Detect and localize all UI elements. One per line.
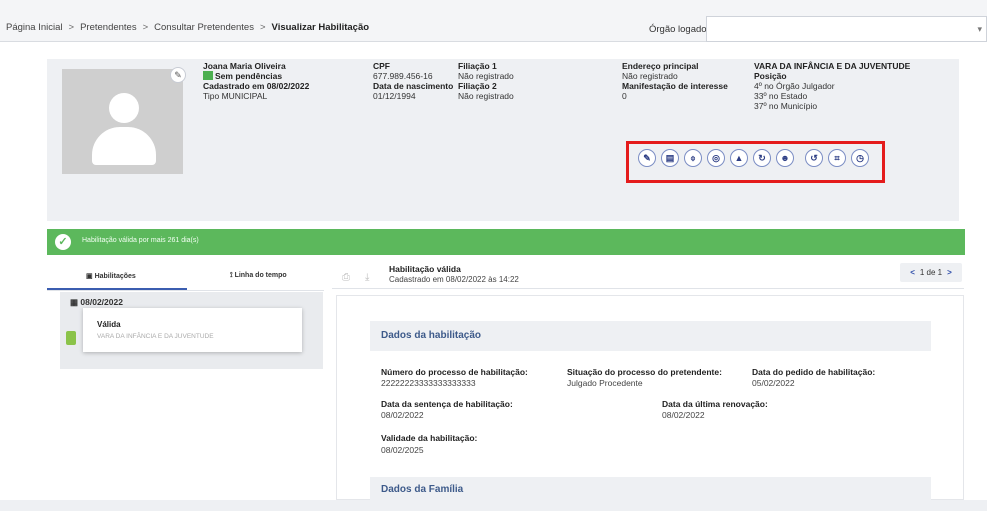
- endereco-value: Não registrado: [622, 71, 678, 81]
- avatar-body: [92, 127, 156, 165]
- pencil-icon[interactable]: ✎: [638, 149, 656, 167]
- cpf-value: 677.989.456-16: [373, 71, 433, 81]
- processo-value: 22222223333333333333: [381, 378, 476, 388]
- breadcrumb-separator: >: [68, 22, 75, 33]
- validity-text: Habilitação válida por mais 261 dia(s): [82, 237, 199, 244]
- breadcrumb-home[interactable]: Página Inicial: [6, 22, 63, 33]
- profile-endereco-info: Endereço principal Não registrado Manife…: [622, 61, 728, 101]
- vara-name: VARA DA INFÂNCIA E DA JUVENTUDE: [754, 61, 911, 71]
- profile-card: ✎ Joana Maria Oliveira Sem pendências Ca…: [47, 59, 959, 221]
- calendar-icon: ▦: [70, 297, 81, 307]
- habilitacao-subtitle: Cadastrado em 08/02/2022 às 14:22: [389, 275, 519, 284]
- situacao-value: Julgado Procedente: [567, 378, 643, 388]
- document-icon[interactable]: ▤: [661, 149, 679, 167]
- section-dados-familia: Dados da Família: [370, 477, 931, 501]
- pager-text: 1 de 1: [919, 268, 943, 277]
- filiacao2-value: Não registrado: [458, 91, 514, 101]
- top-bar: Página Inicial > Pretendentes > Consulta…: [0, 0, 987, 42]
- tab-divider: [47, 290, 324, 291]
- filiacao2-label: Filiação 2: [458, 81, 497, 91]
- breadcrumb-current: Visualizar Habilitação: [271, 22, 370, 33]
- chevron-down-icon: ▾: [977, 24, 982, 34]
- cpf-label: CPF: [373, 61, 390, 71]
- filiacao1-value: Não registrado: [458, 71, 514, 81]
- print-icon[interactable]: ⎙: [342, 272, 350, 283]
- pedido-value: 05/02/2022: [752, 378, 795, 388]
- timeline: ▦ 08/02/2022 Válida VARA DA INFÂNCIA E D…: [60, 292, 323, 369]
- left-panel: ▣ Habilitações ⟟ Linha do tempo ▦ 08/02/…: [47, 260, 324, 500]
- undo-icon[interactable]: ↺: [805, 149, 823, 167]
- status-indicator: [203, 71, 213, 80]
- habilitacao-title: Habilitação válida: [389, 264, 461, 274]
- attachment-icon[interactable]: ⌽: [684, 149, 702, 167]
- section-dados-habilitacao: Dados da habilitação: [370, 321, 931, 351]
- active-tab-indicator: [47, 288, 187, 290]
- chevron-right-icon[interactable]: >: [947, 268, 952, 277]
- validade-label: Validade da habilitação:: [381, 433, 478, 443]
- refresh-icon[interactable]: ↻: [753, 149, 771, 167]
- history-icon[interactable]: ◷: [851, 149, 869, 167]
- sentenca-label: Data da sentença de habilitação:: [381, 399, 513, 409]
- timeline-card-title: Válida: [97, 320, 121, 329]
- posicao-estado: 33º no Estado: [754, 91, 808, 101]
- breadcrumb: Página Inicial > Pretendentes > Consulta…: [6, 22, 369, 33]
- validade-value: 08/02/2025: [381, 445, 424, 455]
- manifestacao-label: Manifestação de interesse: [622, 81, 728, 91]
- validity-banner: ✓ Habilitação válida por mais 261 dia(s): [47, 229, 965, 255]
- nascimento-value: 01/12/1994: [373, 91, 416, 101]
- profile-filiacao-info: Filiação 1 Não registrado Filiação 2 Não…: [458, 61, 514, 101]
- posicao-label: Posição: [754, 71, 787, 81]
- timeline-card[interactable]: Válida VARA DA INFÂNCIA E DA JUVENTUDE: [83, 308, 302, 352]
- download-icon[interactable]: ⤓: [365, 272, 369, 283]
- breadcrumb-consultar[interactable]: Consultar Pretendentes: [154, 22, 254, 33]
- breadcrumb-separator: >: [259, 22, 266, 33]
- warning-icon[interactable]: ▲: [730, 149, 748, 167]
- renovacao-value: 08/02/2022: [662, 410, 705, 420]
- chat-icon[interactable]: ◎: [707, 149, 725, 167]
- timeline-date: ▦ 08/02/2022: [70, 297, 123, 307]
- renovacao-label: Data da última renovação:: [662, 399, 768, 409]
- manifestacao-value: 0: [622, 91, 627, 101]
- endereco-label: Endereço principal: [622, 61, 699, 71]
- chevron-left-icon[interactable]: <: [910, 268, 915, 277]
- pager: <1 de 1 >: [900, 263, 962, 282]
- profile-posicao-info: VARA DA INFÂNCIA E DA JUVENTUDE Posição …: [754, 61, 910, 111]
- timeline-marker: [66, 331, 76, 345]
- orgao-select[interactable]: ▾: [706, 16, 987, 42]
- filiacao1-label: Filiação 1: [458, 61, 497, 71]
- profile-cpf-info: CPF 677.989.456-16 Data de nascimento 01…: [373, 61, 453, 101]
- timeline-card-subtitle: VARA DA INFÂNCIA E DA JUVENTUDE: [97, 333, 214, 340]
- breadcrumb-separator: >: [142, 22, 149, 33]
- header-divider: [332, 288, 964, 289]
- clipboard-icon: ▣: [86, 273, 95, 280]
- profile-name: Joana Maria Oliveira: [203, 61, 286, 71]
- processo-label: Número do processo de habilitação:: [381, 367, 528, 377]
- tab-habilitacoes[interactable]: ▣ Habilitações: [86, 272, 136, 280]
- avatar: [62, 69, 183, 174]
- edit-photo-icon[interactable]: ✎: [170, 67, 186, 83]
- tab-linha-do-tempo[interactable]: ⟟ Linha do tempo: [230, 272, 287, 280]
- orgao-label: Órgão logado: [649, 24, 707, 35]
- avatar-head: [109, 93, 139, 123]
- profile-tipo: Tipo MUNICIPAL: [203, 91, 268, 101]
- bottom-strip: [0, 500, 987, 511]
- user-icon[interactable]: ☻: [776, 149, 794, 167]
- posicao-orgao: 4º no Órgão Julgador: [754, 81, 835, 91]
- nascimento-label: Data de nascimento: [373, 81, 454, 91]
- crop-icon[interactable]: ⌗: [828, 149, 846, 167]
- pedido-label: Data do pedido de habilitação:: [752, 367, 876, 377]
- situacao-label: Situação do processo do pretendente:: [567, 367, 722, 377]
- profile-main-info: Joana Maria Oliveira Sem pendências Cada…: [203, 61, 309, 101]
- profile-cadastrado: Cadastrado em 08/02/2022: [203, 81, 310, 91]
- breadcrumb-pretendentes[interactable]: Pretendentes: [80, 22, 137, 33]
- check-circle-icon: ✓: [55, 234, 71, 250]
- posicao-municipio: 37º no Município: [754, 101, 818, 111]
- profile-status: Sem pendências: [203, 71, 309, 81]
- sentenca-value: 08/02/2022: [381, 410, 424, 420]
